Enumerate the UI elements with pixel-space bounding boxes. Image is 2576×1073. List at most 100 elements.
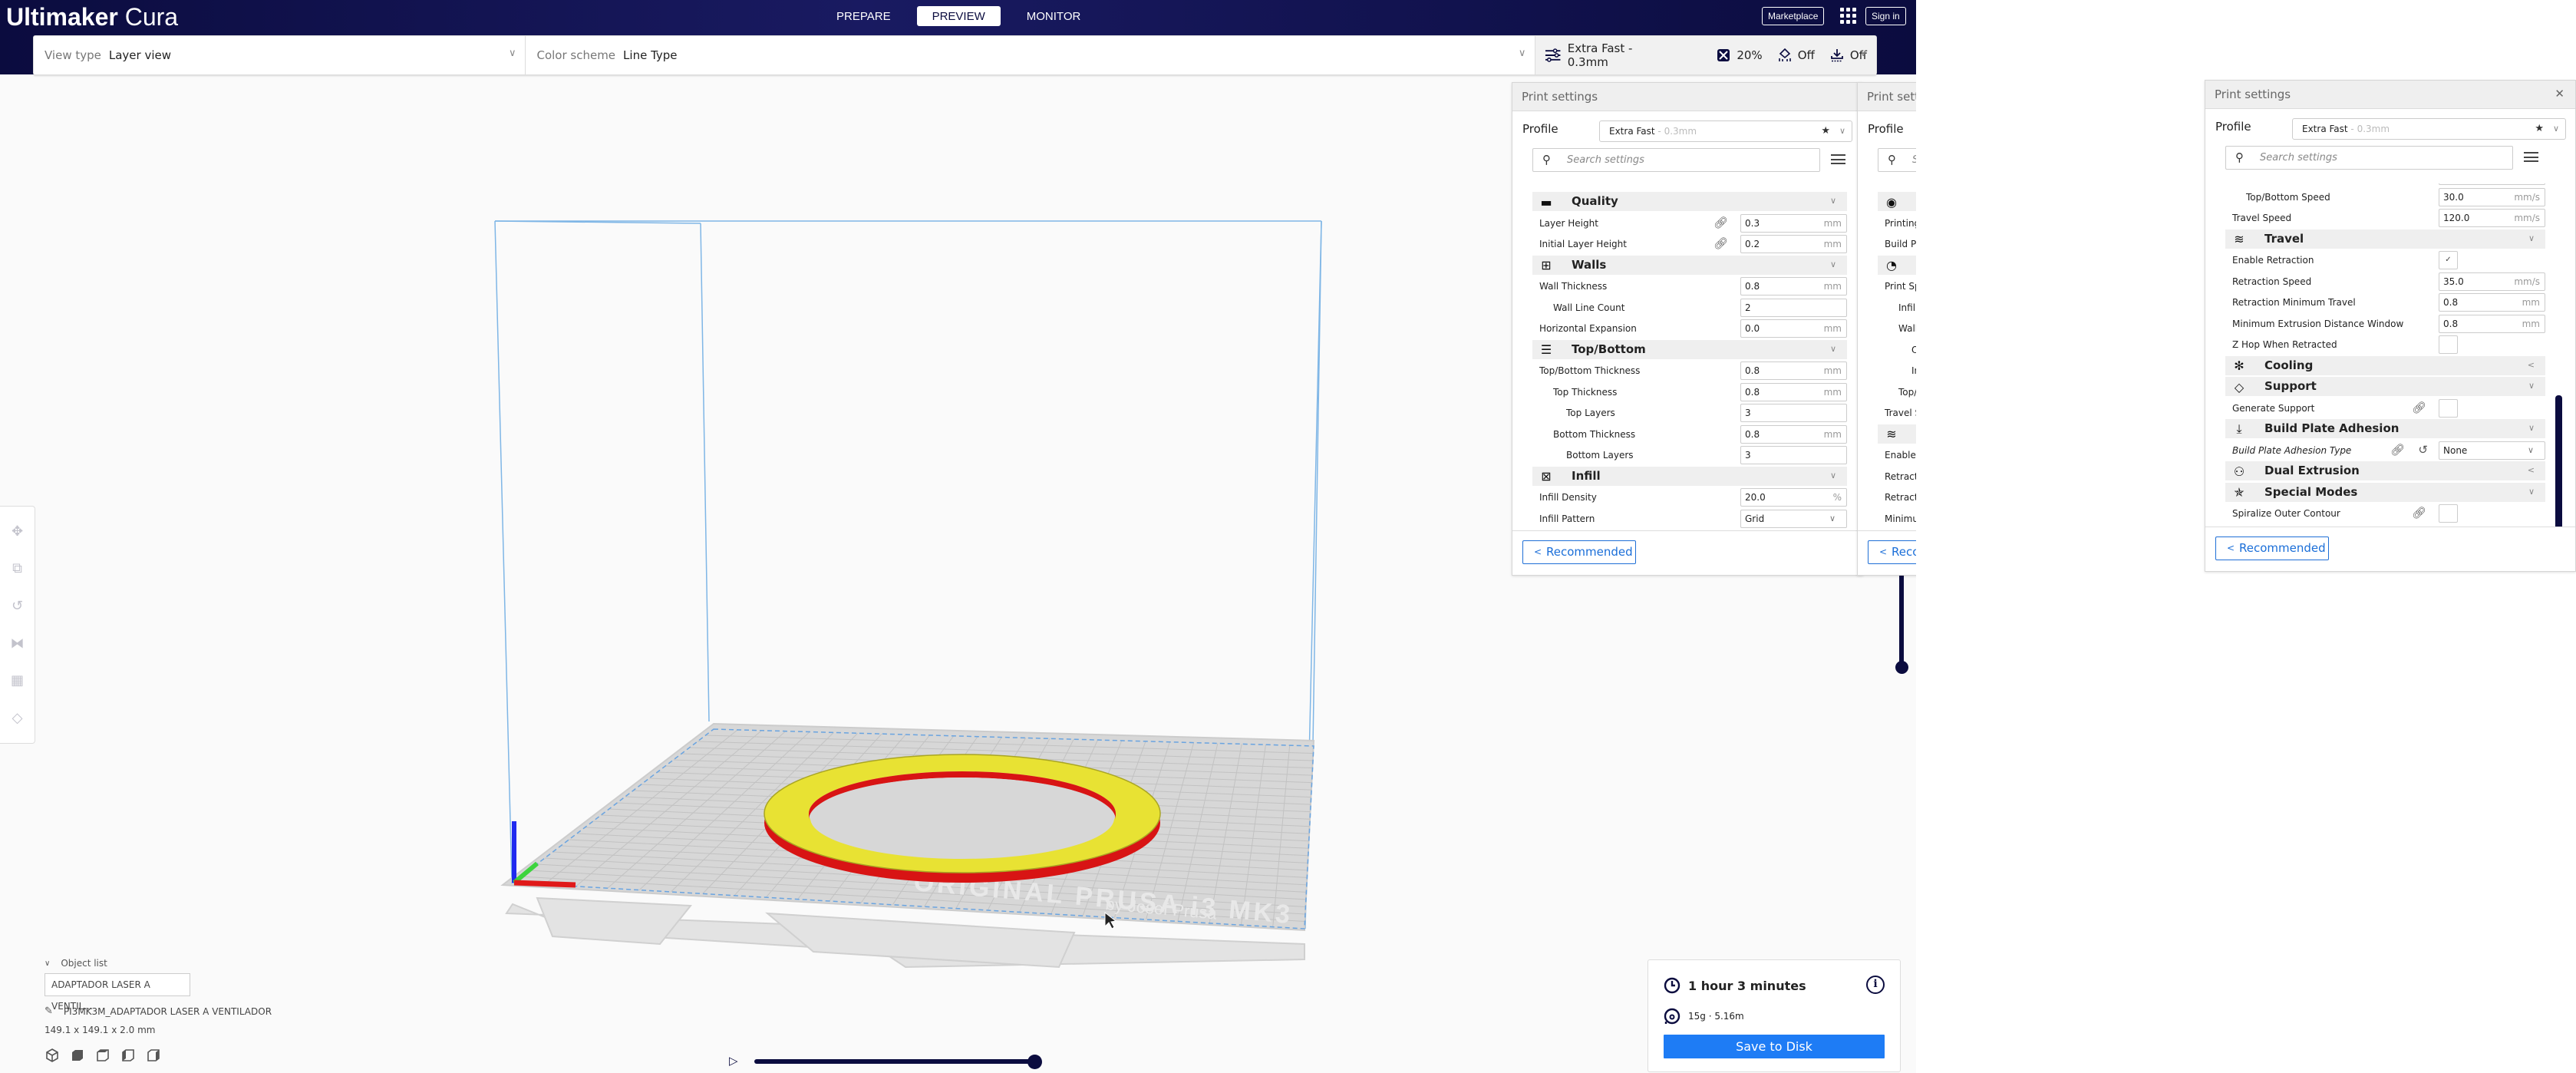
setting-checkbox[interactable] xyxy=(2439,335,2458,354)
left-view-icon[interactable] xyxy=(120,1048,136,1063)
setting-value-field[interactable]: 20.0 % xyxy=(1740,488,1847,507)
path-slider[interactable]: ▷ xyxy=(729,1052,1082,1070)
top-view-icon[interactable] xyxy=(95,1048,110,1063)
object-list-toggle[interactable]: ∨ Object list xyxy=(45,958,272,969)
setting-label: Travel Speed xyxy=(1885,408,1916,418)
print-setup-selector[interactable]: Extra Fast - 0.3mm 20% Off Off ∨ xyxy=(1535,36,1876,74)
support-blocker-icon[interactable]: ◇ xyxy=(6,707,29,730)
category-cooling[interactable]: ✻ Cooling < xyxy=(2225,355,2545,375)
view-type-label: View type xyxy=(45,48,101,62)
path-slider-handle[interactable] xyxy=(1027,1055,1042,1069)
search-placeholder: Search settings xyxy=(2260,152,2337,163)
setting-row: Infill Speed 60.0 mm/s xyxy=(1878,298,1916,319)
setting-checkbox[interactable] xyxy=(2439,504,2458,523)
3d-view-icon[interactable] xyxy=(45,1048,60,1063)
recommended-button[interactable]: < Recommended xyxy=(1868,540,1916,564)
settings-scrollbar[interactable] xyxy=(2555,395,2562,533)
setting-value-field[interactable]: 0.3 mm xyxy=(1740,213,1847,233)
category-name: Walls xyxy=(1572,257,1607,272)
layer-slider-track[interactable] xyxy=(1899,574,1904,668)
print-settings-panel-1: Print settings Profile Extra Fast - 0.3m… xyxy=(1512,82,1863,576)
category-quality[interactable]: ▬ Quality ∨ xyxy=(1532,192,1847,211)
tab-prepare[interactable]: PREPARE xyxy=(821,6,906,26)
settings-menu-icon[interactable] xyxy=(2524,152,2538,162)
setting-checkbox[interactable] xyxy=(2439,398,2458,418)
color-scheme-selector[interactable]: Color scheme Line Type ∨ xyxy=(526,36,1535,74)
setting-unit: mm xyxy=(2522,318,2540,329)
search-settings-input[interactable]: ⚲ Search settings xyxy=(2225,146,2513,170)
setting-label: Retraction Speed xyxy=(1885,470,1916,482)
category-support[interactable]: ◇ Support ∨ xyxy=(2225,377,2545,396)
setting-value-field[interactable]: 0.8 mm xyxy=(2439,293,2545,312)
setting-value-field[interactable]: None ∨ xyxy=(2439,441,2545,460)
layer-slider[interactable] xyxy=(1895,574,1908,678)
setting-value-field[interactable]: 0.0 mm xyxy=(1740,319,1847,338)
profile-selector[interactable]: Extra Fast - 0.3mm ★ ∨ xyxy=(2292,118,2566,140)
print-settings-panel-2: Print settings Profile Extra Fast - 0.3m… xyxy=(1857,82,1916,576)
special-modes-icon: ✯ xyxy=(2234,485,2245,500)
category-walls[interactable]: ⊞ Walls ∨ xyxy=(1532,255,1847,275)
reset-icon[interactable]: ↺ xyxy=(2418,443,2428,457)
view-type-selector[interactable]: View type Layer view ∨ xyxy=(34,36,526,74)
recommended-label: Recommended xyxy=(2239,541,2326,555)
per-model-settings-icon[interactable]: ▦ xyxy=(6,669,29,692)
recommended-button[interactable]: < Recommended xyxy=(1522,540,1636,564)
category-name: Special Modes xyxy=(2264,484,2358,499)
save-to-disk-button[interactable]: Save to Disk xyxy=(1664,1035,1885,1058)
setting-value-field[interactable]: 0.8 mm xyxy=(1740,424,1847,444)
category-speed[interactable]: ◔ Speed ☷ ∨ xyxy=(1878,255,1916,275)
setting-row: Enable Retraction ✓ xyxy=(2225,250,2545,272)
category-build-plate-adhesion[interactable]: ⤓ Build Plate Adhesion ∨ xyxy=(2225,419,2545,438)
category-infill[interactable]: ⊠ Infill ∨ xyxy=(1532,466,1847,486)
setting-unit: mm xyxy=(1823,323,1842,334)
setting-value-field[interactable]: 30.0 mm/s xyxy=(2439,187,2545,206)
setting-value-field[interactable]: 0.8 mm xyxy=(1740,362,1847,380)
search-settings-input[interactable]: ⚲ Search settings xyxy=(1532,148,1820,172)
favorite-star-icon[interactable]: ★ xyxy=(1821,121,1830,141)
close-icon[interactable]: ✕ xyxy=(2555,87,2564,101)
play-icon[interactable]: ▷ xyxy=(729,1054,738,1068)
favorite-star-icon[interactable]: ★ xyxy=(2535,119,2544,139)
setting-value-field[interactable]: 3 xyxy=(1740,446,1847,464)
category-travel[interactable]: ≋ Travel ∨ xyxy=(1878,424,1916,444)
recommended-button[interactable]: < Recommended xyxy=(2215,536,2329,560)
category-travel[interactable]: ≋ Travel ∨ xyxy=(2225,229,2545,249)
marketplace-button[interactable]: Marketplace xyxy=(1762,7,1825,25)
setting-value-field[interactable]: 3 xyxy=(1740,404,1847,422)
setting-value-field[interactable]: 0.8 mm xyxy=(1740,382,1847,401)
setting-value-field[interactable]: 60.0 mm/s xyxy=(2439,183,2545,185)
setting-value-field[interactable]: 0.8 mm xyxy=(1740,277,1847,295)
setting-checkbox[interactable]: ✓ xyxy=(2439,251,2458,269)
right-view-icon[interactable] xyxy=(146,1048,161,1063)
category-special-modes[interactable]: ✯ Special Modes ∨ xyxy=(2225,482,2545,502)
apps-grid-icon[interactable] xyxy=(1839,7,1856,24)
category-dual-extrusion[interactable]: ⚇ Dual Extrusion < xyxy=(2225,461,2545,480)
setting-value-field[interactable]: 2 xyxy=(1740,298,1847,317)
layer-slider-handle[interactable] xyxy=(1895,661,1908,674)
setting-value-field[interactable]: Grid ∨ xyxy=(1740,509,1847,528)
category-material[interactable]: ◉ Material ∨ xyxy=(1878,192,1916,211)
object-list-item[interactable]: ADAPTADOR LASER A VENTIL... xyxy=(45,973,190,1012)
category-top-bottom[interactable]: ☰ Top/Bottom ∨ xyxy=(1532,339,1847,359)
setting-value-field[interactable]: 0.8 mm xyxy=(2439,314,2545,333)
setting-row: Retraction Speed 35.0 mm/s xyxy=(1878,467,1916,488)
path-slider-track[interactable] xyxy=(754,1059,1038,1064)
setting-value-field[interactable]: 0.2 mm xyxy=(1740,235,1847,253)
sign-in-button[interactable]: Sign in xyxy=(1865,7,1906,25)
mirror-tool-icon[interactable]: ⧓ xyxy=(6,632,29,655)
edit-pencil-icon[interactable]: ✎ xyxy=(45,1005,53,1017)
tab-preview[interactable]: PREVIEW xyxy=(916,6,1001,26)
front-view-icon[interactable] xyxy=(70,1048,85,1063)
setting-value-field[interactable]: 35.0 mm/s xyxy=(2439,272,2545,291)
settings-menu-icon[interactable] xyxy=(1831,154,1845,164)
move-tool-icon[interactable]: ✥ xyxy=(6,520,29,543)
search-settings-input[interactable]: ⚲ Search settings xyxy=(1878,148,1916,172)
profile-selector[interactable]: Extra Fast - 0.3mm ★ ∨ xyxy=(1599,121,1852,142)
info-icon[interactable]: i xyxy=(1866,976,1885,994)
category-name: Cooling xyxy=(2264,358,2314,372)
scale-tool-icon[interactable]: ⧉ xyxy=(6,557,29,580)
print-settings-panel-3: Print settings ✕ Profile Extra Fast - 0.… xyxy=(2205,80,2576,572)
rotate-tool-icon[interactable]: ↺ xyxy=(6,595,29,618)
setting-value-field[interactable]: 120.0 mm/s xyxy=(2439,209,2545,227)
tab-monitor[interactable]: MONITOR xyxy=(1011,6,1097,26)
